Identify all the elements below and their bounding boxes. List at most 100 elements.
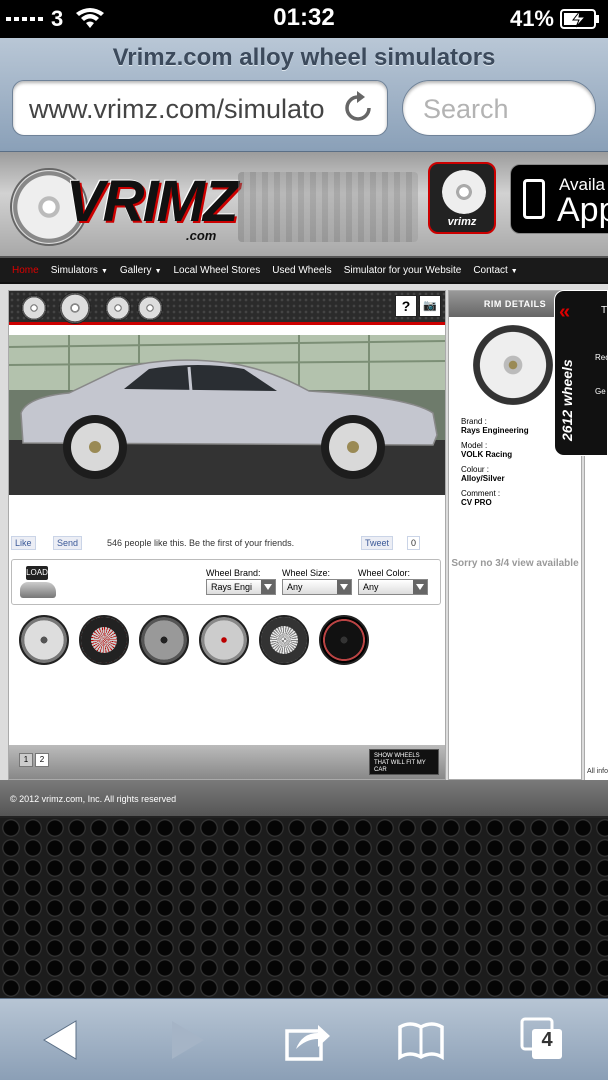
- wheel-color-select[interactable]: Any: [358, 579, 428, 595]
- wheel-color-filter: Wheel Color: Any: [358, 568, 428, 595]
- facebook-like-button[interactable]: Like: [11, 536, 36, 550]
- wheel-option[interactable]: [139, 615, 189, 665]
- bookmarks-icon[interactable]: [396, 1015, 446, 1065]
- page-1-button[interactable]: 1: [19, 753, 33, 767]
- honeycomb-background: [0, 818, 608, 998]
- web-content: VRIMZ .com vrimz Availa App Home Simulat…: [0, 152, 608, 998]
- car-icon: [20, 582, 56, 598]
- wheel-color-value: Any: [363, 582, 379, 592]
- chevron-down-icon: ▼: [100, 267, 108, 275]
- help-button[interactable]: ?: [395, 295, 417, 317]
- wheel-count-label: 2612 wheels: [559, 359, 575, 441]
- nav-home[interactable]: Home: [12, 265, 39, 276]
- model-label: Model :: [461, 441, 488, 450]
- app-badge-line2: App: [557, 191, 608, 229]
- wheel-option[interactable]: [199, 615, 249, 665]
- wheel-option[interactable]: [259, 615, 309, 665]
- side-tab-t: T: [601, 305, 608, 316]
- chevron-down-icon: ▼: [154, 267, 162, 275]
- dropdown-arrow-icon: [340, 584, 348, 590]
- wheel-color-label: Wheel Color:: [358, 568, 411, 578]
- dropdown-arrow-icon: [264, 584, 272, 590]
- share-icon[interactable]: [282, 1015, 332, 1065]
- wheel-brand-value: Rays Engi: [211, 582, 253, 592]
- forward-icon[interactable]: [160, 1015, 210, 1065]
- wheel-option[interactable]: [19, 615, 69, 665]
- wheel-brand-select[interactable]: Rays Engi: [206, 579, 276, 595]
- rim-brand: Brand : Rays Engineering: [461, 417, 529, 435]
- recent-wheel-thumb[interactable]: [21, 295, 47, 321]
- colour-value: Alloy/Silver: [461, 474, 505, 483]
- no-view-message: Sorry no 3/4 view available: [451, 558, 579, 569]
- chevron-down-icon: ▼: [510, 267, 518, 275]
- comment-value: CV PRO: [461, 498, 492, 507]
- vrimz-app-icon[interactable]: vrimz: [428, 162, 496, 234]
- nav-local-wheel-stores[interactable]: Local Wheel Stores: [174, 265, 261, 276]
- wheels-side-tab[interactable]: « T Rec Ge 2612 wheels: [554, 290, 608, 456]
- load-label: LOAD: [26, 566, 48, 580]
- camera-icon[interactable]: 📷: [419, 295, 441, 317]
- recent-wheels-strip: ? 📷: [9, 291, 445, 325]
- recent-wheel-thumb[interactable]: [137, 295, 163, 321]
- wheel-size-value: Any: [287, 582, 303, 592]
- wheel-filter-bar: LOAD Wheel Brand: Rays Engi Wheel Size: …: [11, 559, 441, 605]
- show-fitting-wheels-button[interactable]: SHOW WHEELS THAT WILL FIT MY CAR: [369, 749, 439, 775]
- wheel-option[interactable]: [79, 615, 129, 665]
- brand-value: Rays Engineering: [461, 426, 529, 435]
- tweet-count: 0: [407, 536, 421, 550]
- chevron-left-icon: «: [559, 301, 571, 323]
- site-nav: Home Simulators ▼ Gallery ▼ Local Wheel St…: [0, 258, 608, 282]
- app-store-badge[interactable]: Availa App: [510, 164, 608, 234]
- colour-label: Colour :: [461, 465, 490, 474]
- pagination-bar: 1 2 SHOW WHEELS THAT WILL FIT MY CAR: [9, 745, 445, 779]
- side-tab-rec: Rec: [595, 353, 608, 362]
- logo-sub: .com: [186, 228, 217, 243]
- tweet-button[interactable]: Tweet: [361, 536, 394, 550]
- wheel-brand-filter: Wheel Brand: Rays Engi: [206, 568, 276, 595]
- nav-simulators[interactable]: Simulators ▼: [51, 265, 108, 276]
- wheel-option[interactable]: [319, 615, 369, 665]
- load-car-button[interactable]: LOAD: [20, 566, 56, 600]
- url-text: www.vrimz.com/simulato: [29, 94, 325, 124]
- wheel-size-select[interactable]: Any: [282, 579, 352, 595]
- back-icon[interactable]: [38, 1015, 88, 1065]
- car-photo: [9, 335, 445, 495]
- nav-contact[interactable]: Contact ▼: [473, 265, 517, 276]
- selected-wheel-image: [473, 325, 553, 405]
- nav-gallery[interactable]: Gallery ▼: [120, 265, 162, 276]
- reload-icon[interactable]: [339, 89, 377, 127]
- battery-percent: 41%: [509, 6, 554, 31]
- iphone-icon: [523, 179, 545, 219]
- dropdown-arrow-icon: [416, 584, 424, 590]
- battery-status: 41%: [510, 6, 600, 32]
- site-footer: © 2012 vrimz.com, Inc. All rights reserv…: [0, 780, 608, 818]
- browser-bottom-toolbar: 4: [0, 998, 608, 1080]
- tweet-label: Tweet: [365, 538, 390, 548]
- vrimz-logo[interactable]: VRIMZ .com: [10, 158, 242, 250]
- nav-simulator-for-website[interactable]: Simulator for your Website: [344, 265, 462, 276]
- wheel-brand-label: Wheel Brand:: [206, 568, 261, 578]
- facebook-send-button[interactable]: Send: [53, 536, 83, 550]
- brand-label: Brand :: [461, 417, 487, 426]
- social-bar: Like Send 546 people like this. Be the f…: [11, 535, 443, 553]
- address-bar[interactable]: www.vrimz.com/simulato: [12, 80, 388, 136]
- right-col-note: All info: [587, 768, 608, 775]
- facebook-like-label: Like: [15, 538, 32, 548]
- logo-text: VRIMZ: [66, 169, 238, 234]
- site-header: VRIMZ .com vrimz Availa App: [0, 152, 608, 258]
- recent-wheel-thumb[interactable]: [105, 295, 131, 321]
- side-tab-ge: Ge: [595, 387, 606, 396]
- wheel-size-label: Wheel Size:: [282, 568, 331, 578]
- facebook-like-count: 546 people like this. Be the first of yo…: [107, 538, 295, 548]
- search-input[interactable]: Search: [402, 80, 596, 136]
- tabs-button[interactable]: 4: [518, 1015, 568, 1065]
- main-content: ? 📷 Like Send 546 people like this. Be t…: [0, 284, 608, 780]
- page-2-button[interactable]: 2: [35, 753, 49, 767]
- simulator-panel: ? 📷 Like Send 546 people like this. Be t…: [8, 290, 446, 780]
- app-icon-label: vrimz: [447, 216, 477, 228]
- battery-charging-icon: [560, 9, 599, 29]
- rim-model: Model : VOLK Racing: [461, 441, 512, 459]
- recent-wheel-thumb[interactable]: [59, 292, 91, 324]
- app-wheel-icon: [442, 170, 486, 214]
- nav-used-wheels[interactable]: Used Wheels: [272, 265, 331, 276]
